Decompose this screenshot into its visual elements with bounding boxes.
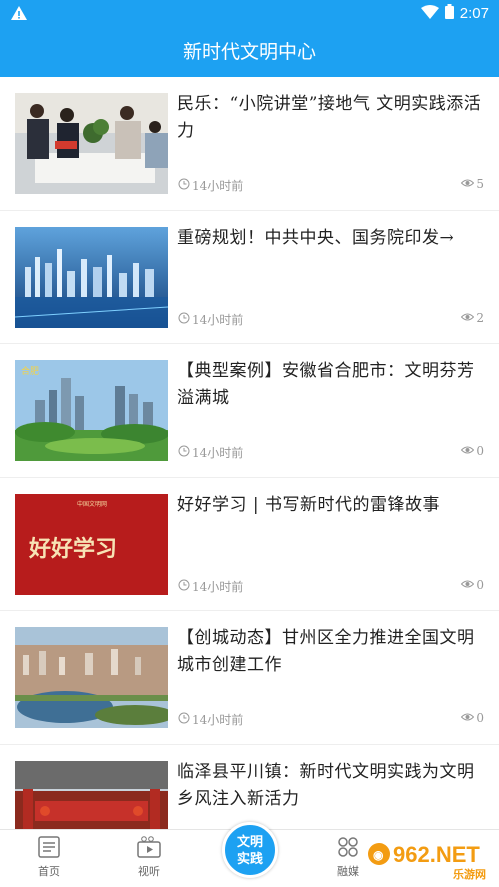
watermark-sub: 乐游网 <box>453 867 486 881</box>
eye-icon <box>461 177 475 191</box>
article-views-count: 5 <box>476 177 484 191</box>
video-icon <box>119 836 179 861</box>
article-time-text: 14小时前 <box>192 312 244 327</box>
nav-media-label: 融媒 <box>337 865 359 878</box>
article-title[interactable]: 【创城动态】甘州区全力推进全国文明城市创建工作 <box>177 625 485 679</box>
nav-video-label: 视听 <box>138 865 160 878</box>
nav-home[interactable]: 首页 <box>19 836 79 879</box>
status-right: 2:07 <box>420 4 489 23</box>
article-list[interactable]: 民乐：“小院讲堂”接地气 文明实践添活力 14小时前 5 重磅规划！中共中央、国… <box>0 77 499 829</box>
eye-icon <box>461 311 475 325</box>
article-time: 14小时前 <box>178 444 243 461</box>
article-item[interactable]: 民乐：“小院讲堂”接地气 文明实践添活力 14小时前 5 <box>0 77 499 211</box>
article-views: 0 <box>461 444 484 458</box>
warning-icon <box>10 5 28 25</box>
article-title[interactable]: 好好学习 | 书写新时代的雷锋故事 <box>177 492 485 519</box>
bottom-navigation: 首页 视听 文明 实践 融媒 ◉ 962.NET 乐游网 <box>0 822 499 887</box>
page-title: 新时代文明中心 <box>182 41 316 63</box>
article-time: 14小时前 <box>178 578 243 595</box>
article-time: 14小时前 <box>178 311 243 328</box>
article-time-text: 14小时前 <box>192 446 244 460</box>
article-title[interactable]: 民乐：“小院讲堂”接地气 文明实践添活力 <box>177 91 485 145</box>
battery-icon <box>444 4 454 23</box>
article-title[interactable]: 重磅规划！中共中央、国务院印发→ <box>177 225 485 252</box>
article-views-count: 2 <box>476 310 484 325</box>
app-header: 新时代文明中心 <box>0 27 499 77</box>
center-line-1: 文明 <box>236 835 263 850</box>
article-views: 0 <box>461 711 484 725</box>
watermark-text: 962.NET <box>393 842 480 867</box>
nav-practice-center-button[interactable]: 文明 实践 <box>222 822 278 878</box>
home-news-icon <box>19 836 79 861</box>
article-views-count: 0 <box>476 711 484 725</box>
clock-icon <box>178 312 190 327</box>
article-time-text: 14小时前 <box>192 713 244 727</box>
site-watermark: ◉ 962.NET 乐游网 <box>365 836 493 882</box>
article-time-text: 14小时前 <box>192 179 244 193</box>
article-item[interactable]: 重磅规划！中共中央、国务院印发→ 14小时前 2 <box>0 211 499 344</box>
article-views: 2 <box>461 311 484 325</box>
article-thumbnail: 合肥 <box>15 360 168 461</box>
status-bar: 2:07 <box>0 0 499 27</box>
article-item[interactable]: 临泽县平川镇：新时代文明实践为文明乡风注入新活力 <box>0 745 499 829</box>
article-thumbnail <box>15 226 168 328</box>
center-line-2: 实践 <box>236 852 263 867</box>
thumb-text: 好好学习 <box>28 536 117 562</box>
article-time: 14小时前 <box>178 177 243 194</box>
eye-icon <box>461 711 475 725</box>
clock-icon <box>178 178 190 193</box>
clock-icon <box>178 712 190 727</box>
article-thumbnail <box>15 93 168 194</box>
article-time-text: 14小时前 <box>192 579 244 594</box>
svg-text:合肥: 合肥 <box>21 365 39 377</box>
article-thumbnail <box>15 760 168 829</box>
eye-icon <box>461 578 475 592</box>
svg-text:◉: ◉ <box>373 848 384 862</box>
clock-icon <box>178 579 190 594</box>
article-thumbnail: 中国文明网 好好学习 <box>15 493 168 595</box>
article-time: 14小时前 <box>178 711 243 728</box>
article-views: 0 <box>461 578 484 592</box>
article-title[interactable]: 临泽县平川镇：新时代文明实践为文明乡风注入新活力 <box>177 759 485 813</box>
status-time: 2:07 <box>459 5 489 22</box>
wifi-icon <box>420 4 439 23</box>
article-item[interactable]: 中国文明网 好好学习 好好学习 | 书写新时代的雷锋故事 14小时前 0 <box>0 478 499 611</box>
nav-home-label: 首页 <box>38 865 60 878</box>
article-views: 5 <box>461 177 484 191</box>
eye-icon <box>461 444 475 458</box>
article-item[interactable]: 【创城动态】甘州区全力推进全国文明城市创建工作 14小时前 0 <box>0 611 499 745</box>
article-item[interactable]: 合肥 【典型案例】安徽省合肥市：文明芬芳溢满城 14小时前 0 <box>0 344 499 478</box>
article-title[interactable]: 【典型案例】安徽省合肥市：文明芬芳溢满城 <box>177 358 485 412</box>
article-views-count: 0 <box>476 444 484 458</box>
nav-video[interactable]: 视听 <box>119 836 179 879</box>
thumb-brand: 中国文明网 <box>77 500 107 508</box>
article-thumbnail <box>15 627 168 728</box>
article-views-count: 0 <box>476 577 484 592</box>
clock-icon <box>178 445 190 460</box>
